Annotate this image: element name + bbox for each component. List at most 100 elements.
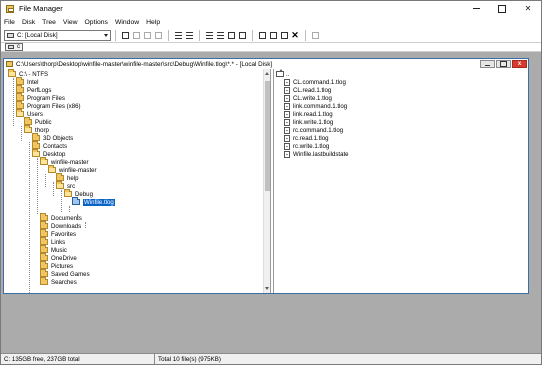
file-item[interactable]: rc.command.1.tlog: [284, 126, 343, 134]
tree-node[interactable]: Program Files (x86): [16, 101, 81, 110]
child-minimize-button[interactable]: [480, 60, 495, 68]
delete-button[interactable]: ✕: [290, 30, 300, 40]
tree-node[interactable]: Searches: [40, 277, 77, 286]
directory-window-controls: x: [479, 60, 527, 68]
tree-node[interactable]: Desktop: [32, 149, 65, 158]
file-name: rc.write.1.tlog: [293, 142, 330, 150]
tree-node-label: Music: [51, 246, 67, 254]
undo-button[interactable]: [310, 30, 320, 40]
tree-node-label: Searches: [51, 278, 77, 286]
file-name: link.write.1.tlog: [293, 118, 334, 126]
menu-tree[interactable]: Tree: [42, 19, 56, 26]
file-icon: [284, 94, 290, 102]
file-item[interactable]: Winfile.lastbuildstate: [284, 150, 349, 158]
small-icons-button[interactable]: [184, 30, 194, 40]
tree-node-label: Pictures: [51, 262, 74, 270]
folder-icon: [40, 277, 48, 285]
file-item[interactable]: CL.write.1.tlog: [284, 94, 332, 102]
mdi-workspace: C:\Users\thorp\Desktop\winfile-master\wi…: [1, 52, 541, 353]
file-item[interactable]: link.write.1.tlog: [284, 118, 333, 126]
file-item[interactable]: CL.read.1.tlog: [284, 86, 331, 94]
menu-disk[interactable]: Disk: [22, 19, 35, 26]
tree-node-label: Program Files (x86): [27, 102, 81, 110]
file-name: rc.read.1.tlog: [293, 134, 329, 142]
folder-icon: [56, 181, 64, 189]
tree-node-label: 3D Objects: [43, 134, 74, 142]
status-bar: C: 135GB free, 237GB total Total 10 file…: [1, 353, 541, 364]
tree-node-selected[interactable]: Winfile.tlog: [72, 197, 115, 206]
tree-scrollbar[interactable]: [263, 69, 270, 293]
toolbar-separator: [252, 29, 253, 41]
tree-node[interactable]: Downloads: [40, 221, 81, 230]
directory-tree: C:\ - NTFS Intel PerfLogs Program Files …: [4, 69, 262, 293]
parent-directory-item[interactable]: ..: [276, 69, 290, 78]
tree-node[interactable]: 3D Objects: [32, 133, 74, 142]
sort-by-type-button[interactable]: [237, 30, 247, 40]
file-icon: [284, 126, 290, 134]
directory-window: C:\Users\thorp\Desktop\winfile-master\wi…: [3, 58, 529, 294]
small-icons-icon: [185, 31, 193, 39]
folder-icon: [40, 157, 48, 165]
folder-icon: [6, 61, 13, 67]
file-item[interactable]: CL.command.1.tlog: [284, 78, 346, 86]
copy-button[interactable]: [268, 30, 278, 40]
details-view-button[interactable]: [215, 30, 225, 40]
tree-node[interactable]: Program Files: [16, 93, 65, 102]
child-maximize-button[interactable]: [496, 60, 511, 68]
disconnect-drive-icon: [132, 31, 140, 39]
paste-button[interactable]: [279, 30, 289, 40]
cut-button[interactable]: [257, 30, 267, 40]
tree-node[interactable]: Debug: [64, 189, 93, 198]
tree-node-label: Public: [35, 118, 52, 126]
close-button[interactable]: ✕: [515, 1, 541, 16]
tree-node-label: Program Files: [27, 94, 65, 102]
file-item[interactable]: link.read.1.tlog: [284, 110, 333, 118]
scroll-up-icon[interactable]: [265, 72, 269, 75]
sort-by-name-button[interactable]: [226, 30, 236, 40]
tree-node-label: Favorites: [51, 230, 77, 238]
window-controls: ✕: [463, 1, 541, 16]
file-item[interactable]: link.command.1.tlog: [284, 102, 347, 110]
file-icon: [284, 86, 290, 94]
disconnect-network-drive-button[interactable]: [131, 30, 141, 40]
file-item[interactable]: rc.write.1.tlog: [284, 142, 329, 150]
file-item[interactable]: rc.read.1.tlog: [284, 134, 329, 142]
toolbar-separator: [168, 29, 169, 41]
share-as-button[interactable]: [142, 30, 152, 40]
maximize-button[interactable]: [489, 1, 515, 16]
parent-directory-label: ..: [286, 70, 290, 78]
drive-c-button[interactable]: c: [5, 43, 23, 51]
tree-node[interactable]: Documents: [40, 213, 82, 222]
minimize-button[interactable]: [463, 1, 489, 16]
large-icons-button[interactable]: [173, 30, 183, 40]
tree-node[interactable]: Saved Games: [40, 269, 90, 278]
tree-node-root[interactable]: C:\ - NTFS: [8, 69, 49, 78]
menu-window[interactable]: Window: [115, 19, 139, 26]
connect-network-drive-button[interactable]: [120, 30, 130, 40]
folder-icon: [48, 165, 56, 173]
tree-node-label: Links: [51, 238, 66, 246]
tree-node-label: PerfLogs: [27, 86, 52, 94]
menu-file[interactable]: File: [4, 19, 15, 26]
toolbar-separator: [305, 29, 306, 41]
scroll-down-icon[interactable]: [265, 287, 269, 290]
drive-c-label: c: [17, 44, 20, 50]
menu-view[interactable]: View: [63, 19, 78, 26]
menu-help[interactable]: Help: [146, 19, 160, 26]
toolbar-separator: [115, 29, 116, 41]
list-icon: [205, 31, 213, 39]
folder-icon: [8, 69, 16, 77]
name-view-button[interactable]: [204, 30, 214, 40]
file-icon: [284, 142, 290, 150]
delete-icon: ✕: [291, 29, 299, 40]
folder-icon: [16, 109, 24, 117]
tree-node-label: help: [67, 174, 79, 182]
child-close-button[interactable]: x: [512, 60, 527, 68]
folder-open-icon: [72, 197, 80, 205]
drive-select[interactable]: C: [Local Disk]: [4, 29, 111, 41]
stop-sharing-button[interactable]: [153, 30, 163, 40]
menu-options[interactable]: Options: [85, 19, 108, 26]
file-name: link.command.1.tlog: [293, 102, 348, 110]
sort-type-icon: [238, 31, 246, 39]
tree-node-label: C:\ - NTFS: [19, 70, 49, 78]
